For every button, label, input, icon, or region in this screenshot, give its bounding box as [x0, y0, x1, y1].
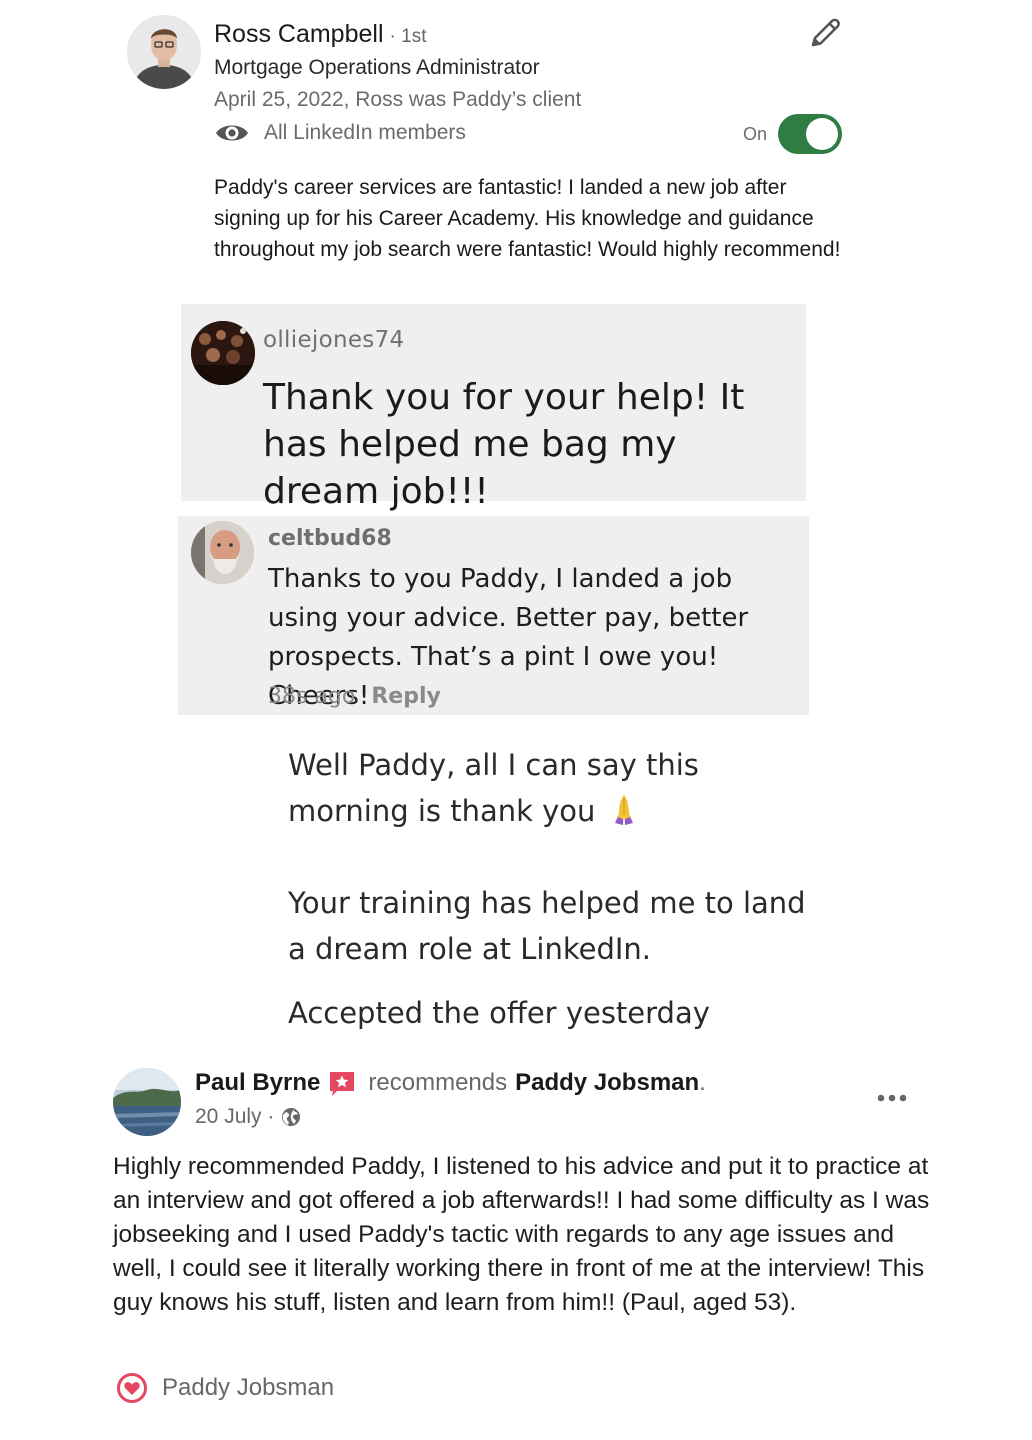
- reaction-row[interactable]: Paddy Jobsman: [116, 1372, 334, 1404]
- pray-icon: [615, 795, 634, 825]
- name-row: Ross Campbell · 1st: [214, 20, 426, 49]
- avatar[interactable]: [191, 521, 254, 584]
- eye-icon: [216, 125, 248, 141]
- avatar[interactable]: [191, 321, 255, 385]
- reaction-name: Paddy Jobsman: [162, 1374, 335, 1401]
- post-meta: 20 July ·: [195, 1105, 302, 1129]
- post-text: Highly recommended Paddy, I listened to …: [113, 1153, 930, 1316]
- recommend-icon: [330, 1072, 355, 1096]
- recommendation-date: April 25, 2022, Ross was Paddy’s client: [214, 88, 582, 111]
- facebook-recommendation: Paul Byrne recommends Paddy Jobsman . 20…: [0, 1060, 1032, 1440]
- toggle-knob: [806, 118, 838, 150]
- avatar[interactable]: [127, 15, 201, 89]
- message-text: Accepted the offer yesterday: [288, 996, 710, 1030]
- more-icon[interactable]: [876, 1088, 908, 1108]
- comment-celtbud68: celtbud68 Thanks to you Paddy, I landed …: [178, 516, 809, 715]
- thank-you-message: Well Paddy, all I can say this morning i…: [288, 742, 808, 1036]
- member-title: Mortgage Operations Administrator: [214, 56, 540, 79]
- globe-icon: [282, 1108, 301, 1126]
- avatar[interactable]: [113, 1068, 181, 1136]
- member-name[interactable]: Ross Campbell: [214, 20, 384, 49]
- toggle-label: On: [743, 124, 768, 144]
- message-text: Your training has helped me to land a dr…: [288, 886, 806, 966]
- visibility-toggle[interactable]: [778, 114, 842, 154]
- comment-username[interactable]: celtbud68: [268, 526, 392, 551]
- page-name[interactable]: Paddy Jobsman: [515, 1069, 699, 1097]
- comment-olliejones74: olliejones74 Thank you for your help! It…: [181, 304, 806, 512]
- poster-name[interactable]: Paul Byrne: [195, 1069, 320, 1097]
- post-date[interactable]: 20 July ·: [195, 1105, 274, 1129]
- heart-icon: [117, 1373, 147, 1403]
- comment-meta: 38s ago Reply: [268, 684, 441, 709]
- recommendation-text: Paddy's career services are fantastic! I…: [214, 176, 841, 261]
- recommends-label: recommends: [368, 1069, 508, 1096]
- linkedin-recommendation: Ross Campbell · 1st Mortgage Operations …: [0, 0, 1032, 300]
- pencil-icon[interactable]: [804, 14, 844, 54]
- post-header: Paul Byrne recommends Paddy Jobsman .: [195, 1069, 706, 1097]
- visibility-label: All LinkedIn members: [264, 121, 466, 144]
- sentence-period: .: [699, 1069, 706, 1096]
- reply-button[interactable]: Reply: [371, 684, 441, 709]
- message-line: Well Paddy, all I can say this morning i…: [288, 742, 808, 834]
- visibility-row: All LinkedIn members: [214, 120, 466, 146]
- comment-timestamp: 38s ago: [268, 684, 356, 709]
- comment-username[interactable]: olliejones74: [263, 327, 404, 353]
- connection-degree: · 1st: [389, 26, 427, 47]
- comment-text: Thank you for your help! It has helped m…: [263, 377, 745, 512]
